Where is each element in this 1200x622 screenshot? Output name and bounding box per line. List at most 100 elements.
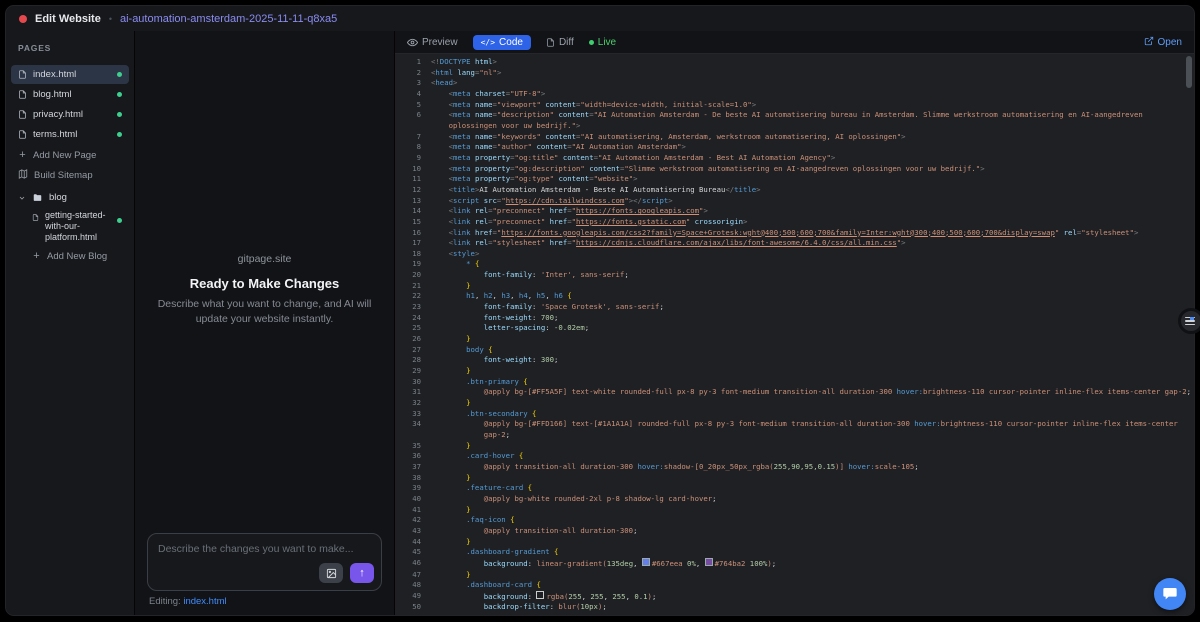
image-icon (326, 568, 337, 579)
line-number: 42 (395, 515, 431, 526)
line-number: 14 (395, 206, 431, 217)
live-status-dot-icon (589, 40, 594, 45)
line-number: 3 (395, 78, 431, 89)
sidebar-item-blog.html[interactable]: blog.html (11, 85, 129, 104)
code-line: 2<html lang="nl"> (395, 68, 1194, 79)
line-number: 37 (395, 462, 431, 473)
browser-edge-widget[interactable] (1178, 308, 1200, 334)
code-line: 5<meta name="viewport" content="width=de… (395, 100, 1194, 111)
site-domain-label: gitpage.site (135, 253, 394, 265)
code-line: 12<title>AI Automation Amsterdam - Beste… (395, 185, 1194, 196)
editor-panel: Preview </> Code Diff Live (395, 31, 1194, 615)
tab-live[interactable]: Live (589, 37, 616, 48)
code-content: <!DOCTYPE html> (431, 57, 1194, 68)
line-number: 21 (395, 281, 431, 292)
sidebar-item-privacy.html[interactable]: privacy.html (11, 105, 129, 124)
code-line: 26} (395, 334, 1194, 345)
status-dot (117, 112, 122, 117)
breadcrumb[interactable]: ai-automation-amsterdam-2025-11-11-q8xa5 (120, 13, 337, 25)
record-dot-icon (19, 15, 27, 23)
code-line: 35} (395, 441, 1194, 452)
line-number: 20 (395, 270, 431, 281)
file-icon (18, 89, 27, 100)
code-content: } (431, 473, 1194, 484)
sidebar-item-index.html[interactable]: index.html (11, 65, 129, 84)
add-new-blog-button[interactable]: + Add New Blog (25, 247, 129, 265)
code-content: backdrop-filter: blur(10px); (431, 602, 1194, 613)
code-content: } (431, 281, 1194, 292)
send-button[interactable]: ↑ (350, 563, 374, 583)
code-line: 8<meta name="author" content="AI Automat… (395, 142, 1194, 153)
line-number: 45 (395, 547, 431, 558)
code-editor[interactable]: 1<!DOCTYPE html>2<html lang="nl">3<head>… (395, 54, 1194, 615)
add-new-page-button[interactable]: + Add New Page (11, 146, 129, 164)
status-dot (117, 218, 122, 223)
code-content: @apply bg-[#FF5A5F] text-white rounded-f… (431, 387, 1194, 398)
color-swatch (642, 558, 650, 566)
code-content: background: linear-gradient(135deg, #667… (431, 558, 1194, 570)
line-number: 6 (395, 110, 431, 131)
sidebar-item-getting-started-with-our-platform.html[interactable]: getting-started-with-our-platform.html (25, 208, 129, 245)
line-number: 25 (395, 323, 431, 334)
diff-file-icon (546, 37, 555, 48)
code-line: 30.btn-primary { (395, 377, 1194, 388)
line-number: 39 (395, 483, 431, 494)
code-content: } (431, 441, 1194, 452)
code-content: background: rgba(255, 255, 255, 0.1); (431, 591, 1194, 603)
chevron-down-icon (18, 194, 26, 202)
code-content: * { (431, 259, 1194, 270)
line-number: 17 (395, 238, 431, 249)
line-number: 23 (395, 302, 431, 313)
code-line: 18<style> (395, 249, 1194, 260)
chat-support-button[interactable] (1154, 578, 1186, 610)
line-number: 19 (395, 259, 431, 270)
tab-diff-label: Diff (559, 37, 574, 48)
tab-preview-label: Preview (422, 37, 458, 48)
chatbox-buttons: ↑ (319, 563, 374, 583)
code-line: 42.faq-icon { (395, 515, 1194, 526)
line-number: 47 (395, 570, 431, 581)
map-icon (18, 169, 28, 182)
line-number: 10 (395, 164, 431, 175)
tab-diff[interactable]: Diff (546, 37, 574, 48)
line-number: 27 (395, 345, 431, 356)
line-number: 1 (395, 57, 431, 68)
widget-badge (1190, 317, 1194, 320)
sidebar-item-terms.html[interactable]: terms.html (11, 125, 129, 144)
build-sitemap-button[interactable]: Build Sitemap (11, 166, 129, 184)
main-layout: PAGES index.htmlblog.htmlprivacy.htmlter… (6, 31, 1194, 615)
arrow-up-icon: ↑ (359, 567, 365, 579)
code-content: } (431, 366, 1194, 377)
code-line: 13<script src="https://cdn.tailwindcss.c… (395, 196, 1194, 207)
code-line: 43@apply transition-all duration-300; (395, 526, 1194, 537)
tab-code[interactable]: </> Code (473, 35, 531, 50)
code-line: 15<link rel="preconnect" href="https://f… (395, 217, 1194, 228)
code-content: font-family: 'Space Grotesk', sans-serif… (431, 302, 1194, 313)
editing-label: Editing: (149, 596, 181, 607)
code-content: <meta name="viewport" content="width=dev… (431, 100, 1194, 111)
code-line: 24font-weight: 700; (395, 313, 1194, 324)
line-number: 41 (395, 505, 431, 516)
code-content: @apply transition-all duration-300 hover… (431, 462, 1194, 473)
editor-scrollbar[interactable] (1186, 56, 1192, 88)
code-content: .feature-card { (431, 483, 1194, 494)
sidebar-item-label: index.html (33, 69, 111, 80)
blog-folder-toggle[interactable]: blog (11, 188, 129, 207)
sidebar-item-label: blog.html (33, 89, 111, 100)
chat-bubble-icon (1162, 586, 1178, 602)
line-number: 16 (395, 228, 431, 239)
open-site-link[interactable]: Open (1144, 36, 1182, 49)
line-number: 28 (395, 355, 431, 366)
attach-image-button[interactable] (319, 563, 343, 583)
line-number: 12 (395, 185, 431, 196)
tab-preview[interactable]: Preview (407, 37, 458, 48)
sidebar-item-label: getting-started-with-our-platform.html (45, 210, 111, 243)
line-number: 34 (395, 419, 431, 440)
code-line: 6<meta name="description" content="AI Au… (395, 110, 1194, 131)
line-number: 35 (395, 441, 431, 452)
code-line: 25letter-spacing: -0.02em; (395, 323, 1194, 334)
code-content: @apply bg-white rounded-2xl p-8 shadow-l… (431, 494, 1194, 505)
code-content: <link rel="preconnect" href="https://fon… (431, 206, 1194, 217)
code-content: .faq-icon { (431, 515, 1194, 526)
line-number: 38 (395, 473, 431, 484)
